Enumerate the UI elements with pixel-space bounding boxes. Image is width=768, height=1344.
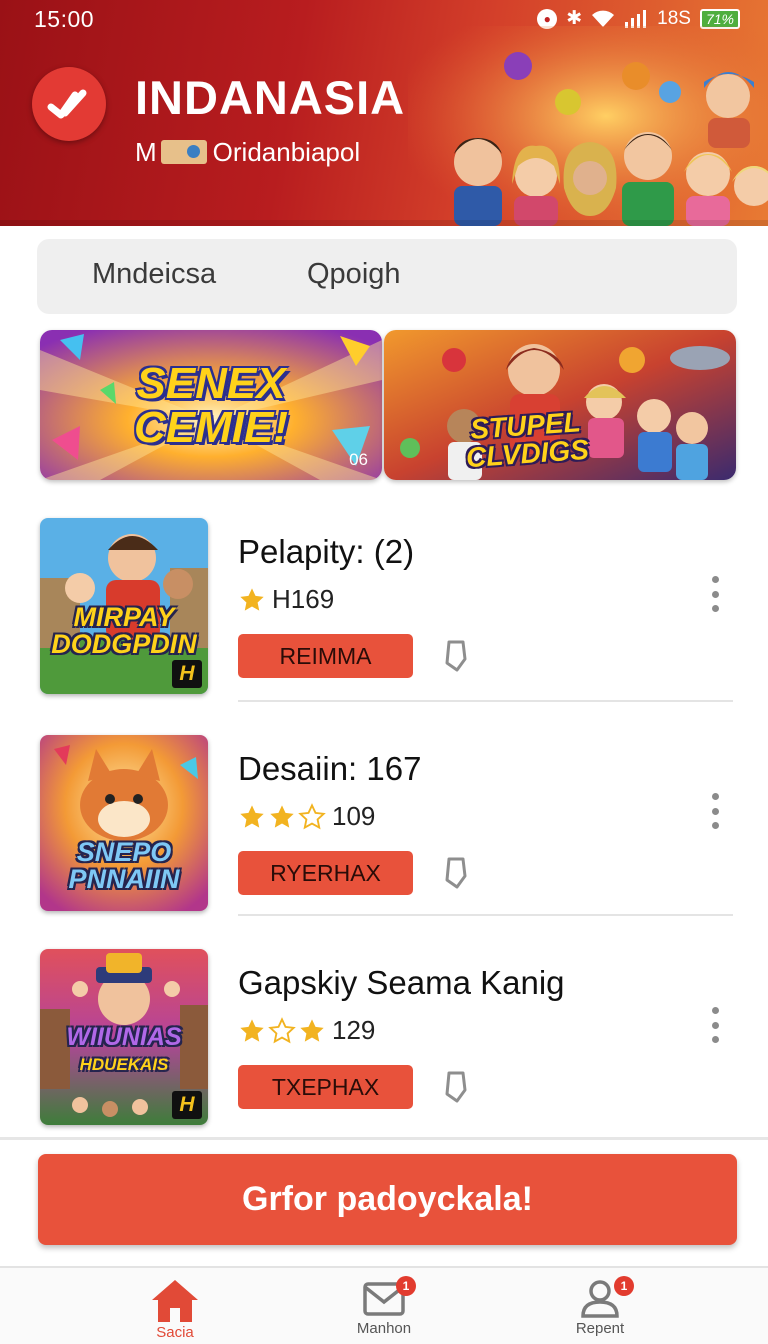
nav-item-messages[interactable]: 1 Manhon (314, 1276, 454, 1337)
star-filled-icon (240, 1018, 264, 1042)
characters-illustration (408, 26, 768, 226)
item-title: Gapskiy Seama Kanig (238, 964, 565, 1001)
thumbnail-2-title: SNEPO PNNAIIN (40, 839, 208, 893)
game-thumbnail[interactable]: MIRPAY DODGPDIN H (40, 518, 208, 694)
thumbnail-2-line2: PNNAIIN (68, 864, 180, 894)
rating-value: 109 (332, 801, 376, 831)
list-item[interactable]: WIIUNIAS HDUEKAIS H Gapskiy Seama Kanig 1… (0, 947, 768, 1147)
thumbnail-1-title: MIRPAY DODGPDIN (40, 604, 208, 658)
star-empty-icon (298, 802, 326, 829)
thumbnail-1-line2: DODGPDIN (51, 629, 197, 659)
thumbnail-3-line2: HDUEKAIS (79, 1055, 169, 1074)
featured-banner-2[interactable]: STUPEL CLVDIGS (384, 330, 736, 480)
star-filled-icon (240, 804, 264, 828)
list-item[interactable]: SNEPO PNNAIIN Desaiin: 167 109 RYERHAX (0, 733, 768, 933)
item-rating: 129 (238, 1015, 375, 1046)
item-rating: 109 (238, 801, 375, 832)
nav-label-home: Sacia (156, 1324, 194, 1341)
star-filled-icon (240, 587, 264, 611)
profile-badge: 1 (614, 1276, 634, 1296)
nav-item-home[interactable]: Sacia (105, 1278, 245, 1341)
item-title: Desaiin: 167 (238, 750, 422, 787)
banner-1-line1: SENEX (136, 359, 286, 408)
messages-badge: 1 (396, 1276, 416, 1296)
more-options-icon[interactable] (702, 793, 728, 829)
item-title: Pelapity: (2) (238, 533, 415, 570)
more-options-icon[interactable] (702, 1007, 728, 1043)
more-options-icon[interactable] (702, 576, 728, 612)
status-time: 15:00 (34, 6, 95, 32)
signal-icon (625, 9, 647, 28)
nav-label-profile: Repent (575, 1320, 625, 1337)
thumbnail-1-line1: MIRPAY (73, 602, 175, 632)
app-logo[interactable] (32, 67, 106, 141)
nav-label-messages: Manhon (356, 1320, 412, 1337)
tag-icon[interactable] (443, 856, 469, 890)
subtitle-prefix: M (135, 137, 157, 167)
rating-value: 129 (332, 1015, 376, 1045)
bottom-navigation: Sacia 1 Manhon 1 Repent (0, 1266, 768, 1344)
game-thumbnail[interactable]: SNEPO PNNAIIN (40, 735, 208, 911)
banner-1-counter: 06 (349, 450, 368, 469)
primary-cta-button[interactable]: Grfor padoyckala! (38, 1154, 737, 1245)
cta-separator (0, 1137, 768, 1140)
banner-1-line2: CEMIE! (134, 403, 288, 452)
tab-qpoigh[interactable]: Qpoigh (307, 258, 401, 291)
app-header: 15:00 ● ✱ 18S 71% INDANASIA M Oridanbiapo… (0, 0, 768, 226)
banner-1-title: SENEX CEMIE! (40, 362, 382, 450)
list-divider (238, 914, 733, 916)
star-filled-icon (300, 1018, 324, 1042)
item-action-button[interactable]: REIMMA (238, 634, 413, 678)
star-empty-icon (268, 1016, 296, 1043)
banner-2-title: STUPEL CLVDIGS (463, 406, 590, 473)
item-action-button[interactable]: TXEPHAX (238, 1065, 413, 1109)
home-icon (152, 1280, 198, 1322)
thumbnail-badge: H (172, 1091, 202, 1119)
thumbnail-3-title: WIIUNIAS HDUEKAIS (40, 1025, 208, 1075)
rating-value: H169 (272, 584, 335, 614)
star-filled-icon (270, 804, 294, 828)
list-divider (238, 700, 733, 702)
featured-banner-1[interactable]: SENEX CEMIE! 06 (40, 330, 382, 480)
item-rating: H169 (238, 584, 334, 615)
wifi-icon (592, 10, 615, 27)
tab-mndeicsa[interactable]: Mndeicsa (92, 258, 216, 291)
subtitle-badge-icon (160, 140, 207, 164)
subtitle-text: Oridanbiapol (212, 137, 361, 167)
tag-icon[interactable] (443, 639, 469, 673)
thumbnail-3-line1: WIIUNIAS (66, 1023, 182, 1051)
thumbnail-badge: H (172, 660, 202, 688)
checkmark-logo-icon (47, 89, 87, 119)
item-action-button[interactable]: RYERHAX (238, 851, 413, 895)
thumbnail-2-line1: SNEPO (76, 837, 172, 867)
search-tabs: Mndeicsa Qpoigh (37, 239, 737, 314)
game-thumbnail[interactable]: WIIUNIAS HDUEKAIS H (40, 949, 208, 1125)
app-subtitle: M Oridanbiapol (135, 137, 360, 168)
nav-item-profile[interactable]: 1 Repent (530, 1276, 670, 1337)
tag-icon[interactable] (443, 1070, 469, 1104)
battery-level: 71% (705, 10, 734, 27)
list-item[interactable]: MIRPAY DODGPDIN H Pelapity: (2) H169 REIM… (0, 516, 768, 716)
app-title: INDANASIA (135, 71, 406, 124)
